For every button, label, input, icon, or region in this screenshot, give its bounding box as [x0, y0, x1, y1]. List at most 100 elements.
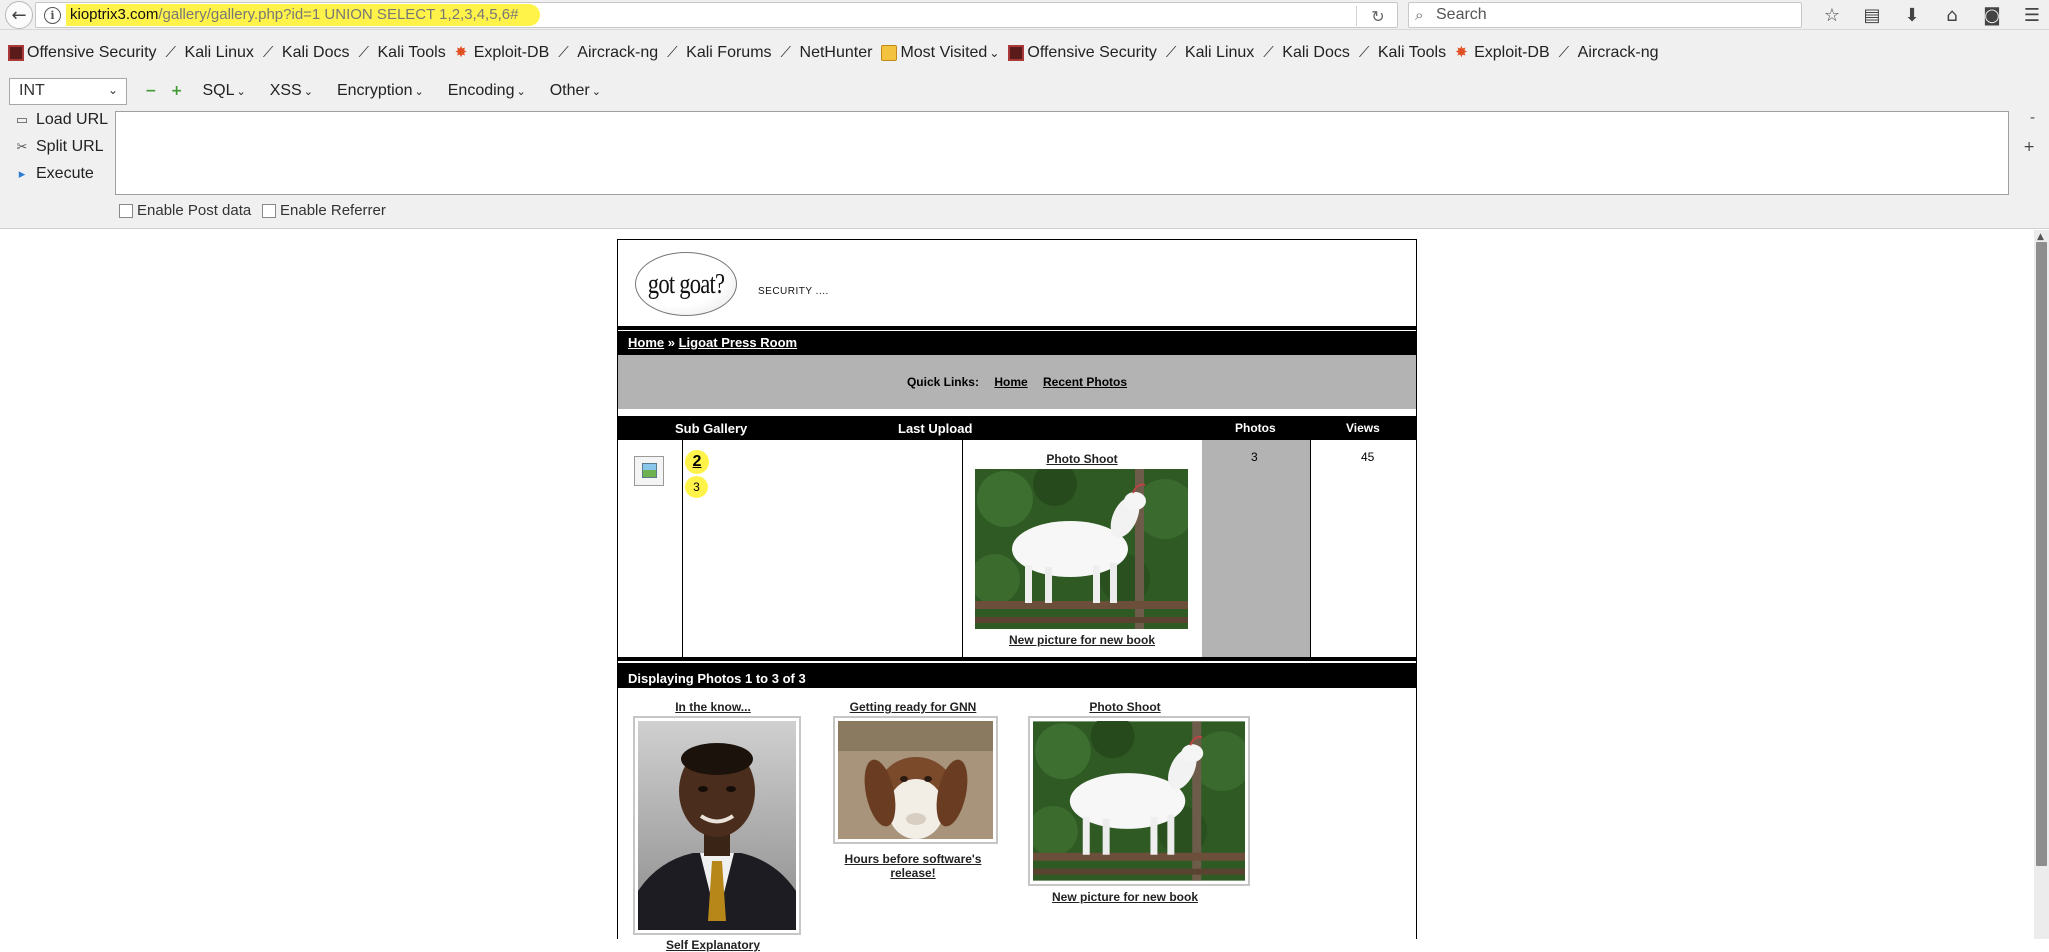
thumbnail-title[interactable]: In the know... — [628, 700, 798, 714]
split-url-button[interactable]: ✂ Split URL — [14, 138, 104, 156]
goat-photo-image — [970, 462, 1195, 629]
split-url-icon: ✂ — [16, 139, 28, 154]
bookmark-item[interactable]: Offensive Security — [1008, 44, 1157, 62]
divider — [618, 326, 1416, 330]
kali-dragon-icon: ⟋ — [165, 44, 177, 61]
menu-encryption[interactable]: Encryption ⌄ — [337, 82, 424, 100]
enable-referrer-checkbox[interactable]: Enable Referrer — [262, 202, 386, 219]
thumbnail-photo[interactable] — [1028, 714, 1252, 886]
enable-post-checkbox[interactable]: Enable Post data — [119, 202, 251, 219]
quick-link-recent-photos[interactable]: Recent Photos — [1043, 375, 1127, 389]
gallery-image-icon[interactable] — [634, 456, 664, 486]
minus-icon[interactable]: − — [145, 83, 157, 99]
bookmark-item[interactable]: ⟋ Kali Docs — [1263, 44, 1350, 62]
breadcrumb: Home » Ligoat Press Room — [618, 331, 1416, 355]
thumbnail-caption[interactable]: New picture for new book — [1015, 890, 1235, 904]
quick-links: Quick Links: Home Recent Photos — [618, 355, 1416, 409]
man-portrait-image — [638, 721, 796, 930]
menu-encoding[interactable]: Encoding ⌄ — [448, 82, 526, 100]
kali-dragon-icon: ⟋ — [1358, 44, 1370, 61]
kali-dragon-icon: ⟋ — [780, 44, 792, 61]
thumbnail-caption[interactable]: Self Explanatory — [628, 938, 798, 952]
bookmark-item[interactable]: ⟋ Kali Linux — [166, 44, 254, 62]
download-icon[interactable]: ⬇ — [1892, 0, 1932, 30]
bookmark-item[interactable]: ⟋ Aircrack-ng — [558, 44, 658, 62]
last-upload-photo[interactable] — [970, 462, 1195, 629]
injected-gallery-title[interactable]: 2 — [685, 450, 709, 474]
thumbnail-caption[interactable]: Hours before software's release! — [828, 852, 998, 880]
photo-thumbnails: In the know... Self Explanatory Getting … — [618, 688, 1416, 952]
reload-icon[interactable]: ↻ — [1367, 5, 1389, 27]
thumbnail-photo[interactable] — [833, 716, 998, 844]
bookmark-item[interactable]: ⟋ Kali Tools — [359, 44, 446, 62]
page-scrollbar[interactable]: ▲ — [2034, 230, 2049, 939]
thumbnail-photo[interactable] — [633, 716, 801, 935]
library-icon[interactable]: ▤ — [1852, 0, 1892, 30]
offensive-security-icon — [1008, 45, 1025, 61]
bookmark-item[interactable]: ✸ Exploit-DB — [1455, 44, 1550, 62]
load-url-icon: ▭ — [15, 112, 29, 127]
bookmark-item[interactable]: ⟋ Kali Docs — [263, 44, 350, 62]
bookmark-item[interactable]: ✸ Exploit-DB — [455, 44, 550, 62]
type-select[interactable]: INT ⌄ — [9, 77, 127, 105]
address-bar[interactable]: i kioptrix3.com/gallery/gallery.php?id=1… — [35, 2, 1398, 28]
breadcrumb-home-link[interactable]: Home — [628, 335, 664, 350]
thumbnail-title[interactable]: Photo Shoot — [1015, 700, 1235, 714]
pocket-icon[interactable]: ◙ — [1972, 0, 2012, 30]
execute-icon: ▸ — [18, 166, 26, 181]
quick-link-home[interactable]: Home — [994, 375, 1027, 389]
views-count: 45 — [1361, 450, 1375, 464]
gallery-table-header: Sub Gallery Last Upload Photos Views — [618, 416, 1416, 440]
tagline: SECURITY .... — [758, 286, 829, 297]
last-upload-cell: Photo Shoot New picture for new book — [962, 440, 1202, 661]
chevron-down-icon: ⌄ — [107, 82, 118, 97]
url-text[interactable]: kioptrix3.com/gallery/gallery.php?id=1 U… — [66, 4, 541, 26]
brown-goat-image — [838, 721, 993, 839]
load-url-button[interactable]: ▭ Load URL — [14, 111, 108, 129]
bookmark-item[interactable]: ⟋ Kali Tools — [1359, 44, 1446, 62]
chevron-down-icon: ⌄ — [989, 46, 1000, 60]
kali-dragon-icon: ⟋ — [358, 44, 370, 61]
bookmark-star-icon[interactable]: ☆ — [1812, 0, 1852, 30]
search-input[interactable]: ⌕ Search — [1408, 2, 1802, 28]
menu-icon[interactable]: ☰ — [2012, 0, 2049, 30]
site-logo[interactable]: got goat? — [635, 252, 737, 316]
breadcrumb-gallery-link[interactable]: Ligoat Press Room — [679, 335, 797, 350]
bookmark-item[interactable]: ⟋ Kali Linux — [1166, 44, 1254, 62]
back-button[interactable]: ← — [5, 1, 33, 29]
scroll-up-icon[interactable]: ▲ — [2037, 232, 2044, 242]
grow-button[interactable]: + — [2023, 139, 2035, 155]
bookmark-item[interactable]: ⟋ NetHunter — [781, 44, 873, 62]
table-row: 2 3 Photo Shoot New picture for new book… — [618, 440, 1416, 661]
thumbnail-title[interactable]: Getting ready for GNN — [828, 700, 998, 714]
hackbar-menu: INT ⌄ − + SQL ⌄ XSS ⌄ Encryption ⌄ Encoding… — [0, 76, 2049, 106]
bookmark-item[interactable]: Most Visited ⌄ — [881, 44, 999, 62]
header-photos: Photos — [1235, 421, 1276, 435]
plus-icon[interactable]: + — [171, 83, 183, 99]
injected-gallery-description: 3 — [685, 476, 708, 498]
last-upload-caption[interactable]: New picture for new book — [962, 633, 1202, 647]
bookmark-item[interactable]: ⟋ Kali Forums — [667, 44, 771, 62]
back-arrow-icon: ← — [11, 4, 27, 26]
goat-photo-image — [1028, 714, 1252, 881]
menu-other[interactable]: Other ⌄ — [550, 82, 601, 100]
bookmark-item[interactable]: Offensive Security — [8, 44, 157, 62]
header-last-upload: Last Upload — [898, 421, 973, 436]
header-sub-gallery: Sub Gallery — [675, 421, 748, 436]
menu-sql[interactable]: SQL ⌄ — [202, 82, 245, 100]
hackbar-url-textarea[interactable] — [115, 111, 2009, 195]
displaying-photos-bar: Displaying Photos 1 to 3 of 3 — [618, 661, 1416, 688]
info-icon[interactable]: i — [44, 7, 61, 24]
bookmark-item[interactable]: ⟋ Aircrack-ng — [1559, 44, 1659, 62]
menu-xss[interactable]: XSS ⌄ — [270, 82, 313, 100]
execute-button[interactable]: ▸ Execute — [14, 165, 94, 183]
site-header: got goat? SECURITY .... — [618, 240, 1416, 326]
kali-dragon-icon: ⟋ — [262, 44, 274, 61]
home-icon[interactable]: ⌂ — [1932, 0, 1972, 30]
hackbar-panel: ▭ Load URL ✂ Split URL ▸ Execute - + Enable… — [0, 106, 2049, 229]
last-upload-title[interactable]: Photo Shoot — [962, 452, 1202, 466]
scrollbar-thumb[interactable] — [2036, 242, 2047, 866]
header-views: Views — [1346, 421, 1380, 435]
shrink-button[interactable]: - — [2030, 110, 2035, 126]
page-viewport: got goat? SECURITY .... Home » Ligoat Pr… — [0, 230, 2049, 952]
